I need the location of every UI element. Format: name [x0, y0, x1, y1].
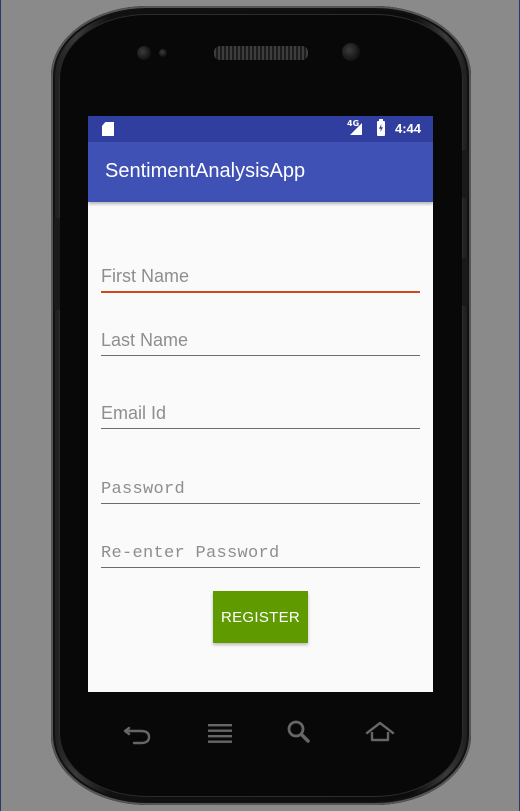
menu-icon	[208, 724, 232, 743]
light-sensor	[159, 49, 167, 57]
home-button[interactable]	[364, 716, 396, 748]
front-camera	[342, 43, 360, 61]
status-bar: 4G 4:44	[88, 116, 433, 142]
power-button[interactable]	[462, 150, 468, 198]
sd-card-icon	[102, 122, 114, 136]
earpiece-speaker	[214, 46, 308, 60]
app-bar: SentimentAnalysisApp	[88, 142, 433, 202]
reenter-password-placeholder: Re-enter Password	[101, 544, 280, 563]
hardware-nav-bar	[88, 700, 433, 764]
app-title: SentimentAnalysisApp	[105, 160, 306, 182]
register-button[interactable]: REGISTER	[213, 591, 308, 643]
back-button[interactable]	[122, 716, 154, 748]
status-time: 4:44	[395, 121, 422, 136]
device-screen: 4G 4:44 SentimentAnalysisApp First Name …	[88, 116, 433, 692]
reenter-password-field[interactable]: Re-enter Password	[101, 529, 420, 568]
volume-button[interactable]	[54, 218, 60, 310]
network-type: 4G	[347, 119, 360, 128]
first-name-field[interactable]: First Name	[101, 253, 420, 293]
last-name-field[interactable]: Last Name	[101, 317, 420, 356]
battery-icon	[377, 119, 385, 136]
home-icon	[365, 721, 395, 742]
search-button[interactable]	[283, 716, 315, 748]
password-placeholder: Password	[101, 480, 186, 499]
email-field[interactable]: Email Id	[101, 390, 420, 429]
menu-button[interactable]	[204, 716, 236, 748]
side-button[interactable]	[462, 258, 468, 306]
proximity-sensor	[137, 46, 151, 60]
search-icon	[287, 720, 310, 743]
emulator-window: 4G 4:44 SentimentAnalysisApp First Name …	[0, 0, 520, 811]
back-icon	[123, 726, 151, 745]
last-name-placeholder: Last Name	[101, 330, 189, 350]
password-field[interactable]: Password	[101, 465, 420, 504]
first-name-placeholder: First Name	[101, 266, 190, 286]
email-placeholder: Email Id	[101, 403, 167, 423]
